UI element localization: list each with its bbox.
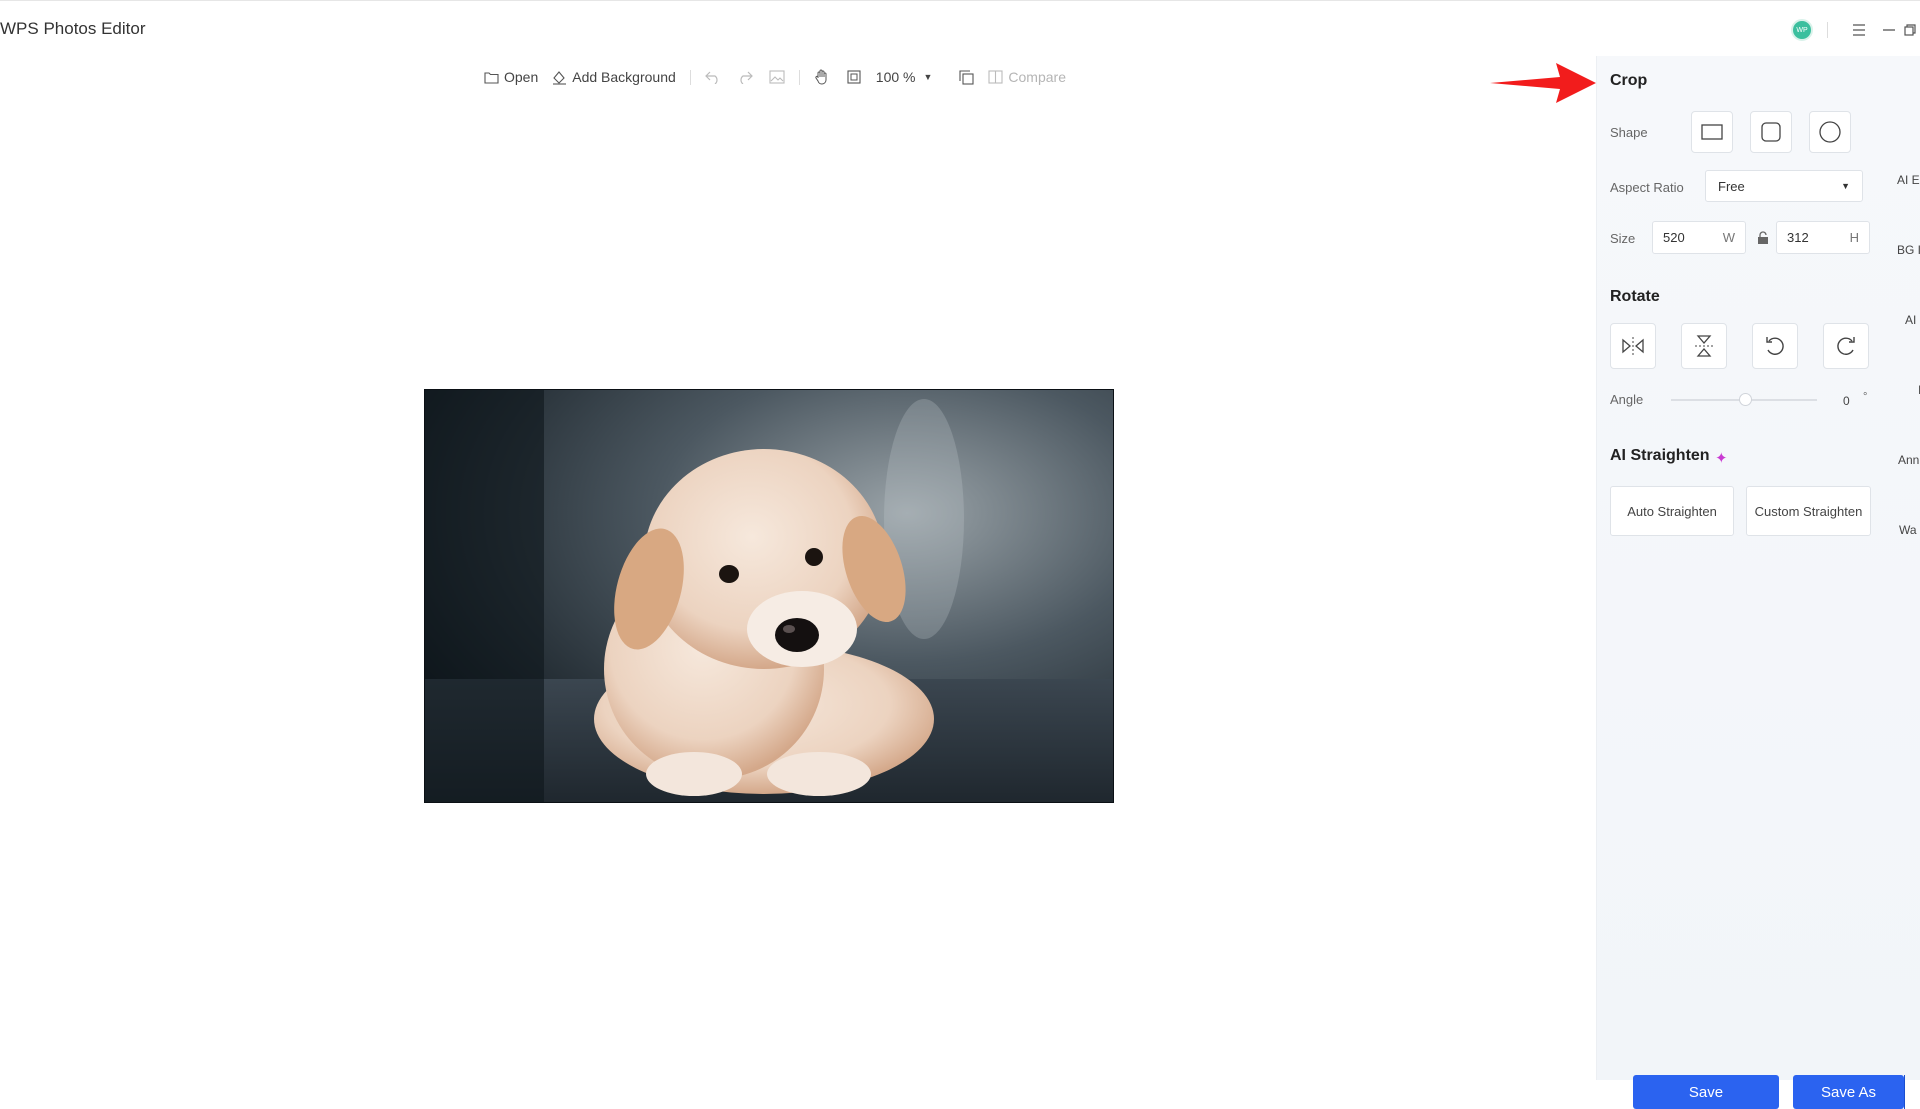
- window-controls: WP: [1791, 17, 1920, 43]
- divider: [689, 69, 691, 85]
- puppy-image: [424, 389, 1114, 803]
- compare-icon: [988, 70, 1003, 84]
- custom-straighten-button[interactable]: Custom Straighten: [1746, 486, 1871, 536]
- add-background-label: Add Background: [572, 69, 676, 85]
- ai-straighten-title: AI Straighten: [1610, 447, 1710, 464]
- compare-button[interactable]: Compare: [988, 69, 1066, 85]
- compare-label: Compare: [1008, 69, 1066, 85]
- open-label: Open: [504, 69, 539, 85]
- angle-value[interactable]: 0: [1843, 394, 1850, 408]
- flip-horizontal-icon: [1622, 337, 1644, 355]
- shape-circle-button[interactable]: [1809, 111, 1851, 153]
- add-background-button[interactable]: Add Background: [552, 69, 676, 85]
- photo-canvas[interactable]: [424, 389, 1114, 803]
- shape-label: Shape: [1610, 125, 1648, 140]
- paint-bucket-icon: [553, 70, 567, 85]
- avatar[interactable]: WP: [1791, 19, 1813, 41]
- angle-slider-thumb[interactable]: [1739, 393, 1752, 406]
- redo-icon[interactable]: [735, 67, 755, 87]
- rail-item-bg[interactable]: BG I: [1897, 243, 1920, 257]
- unlock-icon[interactable]: [1755, 230, 1771, 246]
- app-title: WPS Photos Editor: [0, 19, 146, 38]
- angle-unit: °: [1863, 391, 1868, 403]
- fit-screen-icon[interactable]: [844, 67, 864, 87]
- arrow-icon: [1490, 63, 1596, 103]
- toolbar: Open Add Background 100 % ▼ Compare: [484, 64, 1080, 90]
- shape-rectangle-button[interactable]: [1691, 111, 1733, 153]
- zoom-value: 100 %: [875, 69, 916, 85]
- save-as-button[interactable]: Save As: [1793, 1075, 1904, 1109]
- crop-rotate-panel: Crop Shape Aspect Ratio Free ▼ Size 520 …: [1596, 56, 1920, 1109]
- copy-icon[interactable]: [956, 67, 976, 87]
- width-value: 520: [1663, 230, 1685, 245]
- menu-icon[interactable]: [1844, 17, 1874, 43]
- folder-icon: [484, 71, 499, 84]
- minimize-icon[interactable]: [1874, 17, 1904, 43]
- flip-vertical-button[interactable]: [1681, 323, 1727, 369]
- flip-vertical-icon: [1695, 335, 1713, 357]
- chevron-down-icon: ▼: [1841, 181, 1850, 191]
- rail-item-ann[interactable]: Ann: [1898, 453, 1919, 467]
- rail-item-wa[interactable]: Wa: [1899, 523, 1917, 537]
- angle-label: Angle: [1610, 392, 1644, 407]
- rail-item-ai-e[interactable]: AI E: [1897, 173, 1920, 187]
- hand-icon[interactable]: [812, 67, 832, 87]
- sparkle-icon: ✦: [1715, 450, 1728, 467]
- zoom-select[interactable]: 100 % ▼: [876, 69, 933, 85]
- auto-straighten-button[interactable]: Auto Straighten: [1610, 486, 1734, 536]
- rectangle-icon: [1701, 124, 1723, 140]
- rotate-title: Rotate: [1610, 288, 1660, 305]
- save-button[interactable]: Save: [1633, 1075, 1779, 1109]
- image-icon[interactable]: [767, 67, 787, 87]
- size-label: Size: [1610, 231, 1636, 246]
- divider: [798, 69, 800, 85]
- rotate-right-icon: [1837, 337, 1855, 355]
- divider: [1827, 22, 1828, 38]
- chevron-down-icon: ▼: [923, 72, 933, 82]
- aspect-ratio-label: Aspect Ratio: [1610, 180, 1684, 195]
- aspect-ratio-select[interactable]: Free ▼: [1705, 170, 1863, 202]
- height-value: 312: [1787, 230, 1809, 245]
- rotate-left-button[interactable]: [1752, 323, 1798, 369]
- rounded-square-icon: [1761, 122, 1781, 142]
- circle-icon: [1819, 121, 1841, 143]
- aspect-ratio-value: Free: [1718, 178, 1745, 194]
- width-unit: W: [1722, 230, 1735, 245]
- flip-horizontal-button[interactable]: [1610, 323, 1656, 369]
- rail-item-ai[interactable]: AI: [1905, 313, 1916, 327]
- rotate-left-icon: [1766, 337, 1784, 355]
- height-unit: H: [1849, 230, 1859, 245]
- width-input[interactable]: 520 W: [1652, 221, 1746, 254]
- undo-icon[interactable]: [703, 67, 723, 87]
- save-as-dropdown-divider: [1904, 1075, 1905, 1109]
- height-input[interactable]: 312 H: [1776, 221, 1870, 254]
- shape-rounded-button[interactable]: [1750, 111, 1792, 153]
- rotate-right-button[interactable]: [1823, 323, 1869, 369]
- crop-title: Crop: [1610, 72, 1648, 89]
- open-button[interactable]: Open: [484, 69, 538, 85]
- title-bar: WPS Photos Editor WP: [0, 0, 1920, 56]
- restore-icon[interactable]: [1904, 17, 1920, 43]
